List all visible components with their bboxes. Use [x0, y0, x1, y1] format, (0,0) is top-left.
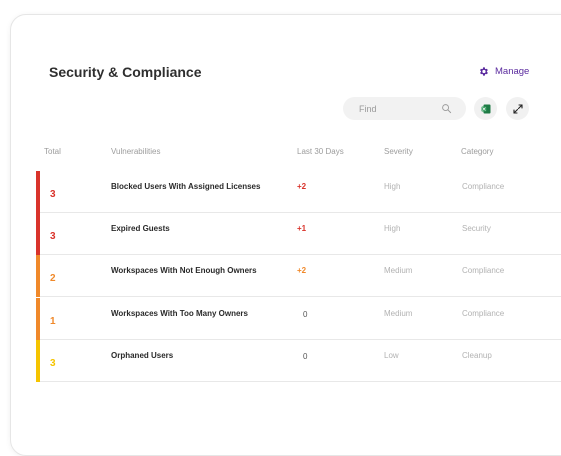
vulnerability-name: Blocked Users With Assigned Licenses — [111, 182, 261, 191]
severity-value: Medium — [384, 309, 413, 318]
manage-button[interactable]: Manage — [478, 66, 529, 77]
category-value: Compliance — [462, 182, 505, 191]
expand-icon — [512, 103, 523, 114]
manage-label: Manage — [495, 66, 530, 77]
column-header-total: Total — [44, 147, 61, 156]
column-header-category: Category — [461, 147, 494, 156]
table-row[interactable]: 1 Workspaces With Too Many Owners 0 Medi… — [36, 298, 561, 340]
total-count: 2 — [50, 273, 56, 284]
vulnerability-name: Expired Guests — [111, 224, 170, 233]
severity-bar — [36, 213, 40, 255]
vulnerability-name: Workspaces With Too Many Owners — [111, 309, 248, 318]
severity-bar — [36, 255, 40, 297]
table-row[interactable]: 2 Workspaces With Not Enough Owners +2 M… — [36, 255, 561, 297]
gear-icon — [480, 67, 488, 76]
severity-value: High — [384, 224, 401, 233]
severity-bar — [36, 340, 40, 382]
column-header-vulnerabilities: Vulnerabilities — [111, 147, 161, 156]
vulnerability-name: Workspaces With Not Enough Owners — [111, 266, 257, 275]
total-count: 3 — [50, 358, 56, 369]
severity-bar — [36, 171, 40, 213]
total-count: 1 — [50, 316, 56, 327]
last-30-days-change: 0 — [303, 352, 308, 361]
row-divider — [40, 381, 561, 382]
table-row[interactable]: 3 Expired Guests +1 High Security — [36, 213, 561, 255]
column-header-severity: Severity — [384, 147, 413, 156]
category-value: Compliance — [462, 309, 505, 318]
excel-icon — [481, 104, 490, 113]
table-row[interactable]: 3 Blocked Users With Assigned Licenses +… — [36, 171, 561, 213]
severity-bar — [36, 298, 40, 340]
search-box[interactable] — [343, 97, 466, 120]
last-30-days-change: +1 — [297, 224, 307, 233]
last-30-days-change: 0 — [303, 310, 308, 319]
total-count: 3 — [50, 231, 56, 242]
last-30-days-change: +2 — [297, 266, 307, 275]
export-excel-button[interactable] — [474, 97, 497, 120]
expand-button[interactable] — [506, 97, 529, 120]
total-count: 3 — [50, 189, 56, 200]
search-icon — [442, 104, 452, 114]
severity-value: Medium — [384, 266, 413, 275]
search-input[interactable] — [357, 102, 441, 115]
severity-value: High — [384, 182, 401, 191]
category-value: Cleanup — [462, 351, 492, 360]
category-value: Security — [462, 224, 491, 233]
severity-value: Low — [384, 351, 399, 360]
row-divider — [40, 296, 561, 297]
vulnerability-name: Orphaned Users — [111, 351, 174, 360]
category-value: Compliance — [462, 266, 505, 275]
column-header-last-30-days: Last 30 Days — [297, 147, 344, 156]
card-title: Security & Compliance — [49, 64, 202, 80]
table-row[interactable]: 3 Orphaned Users 0 Low Cleanup — [36, 340, 561, 382]
last-30-days-change: +2 — [297, 182, 307, 191]
